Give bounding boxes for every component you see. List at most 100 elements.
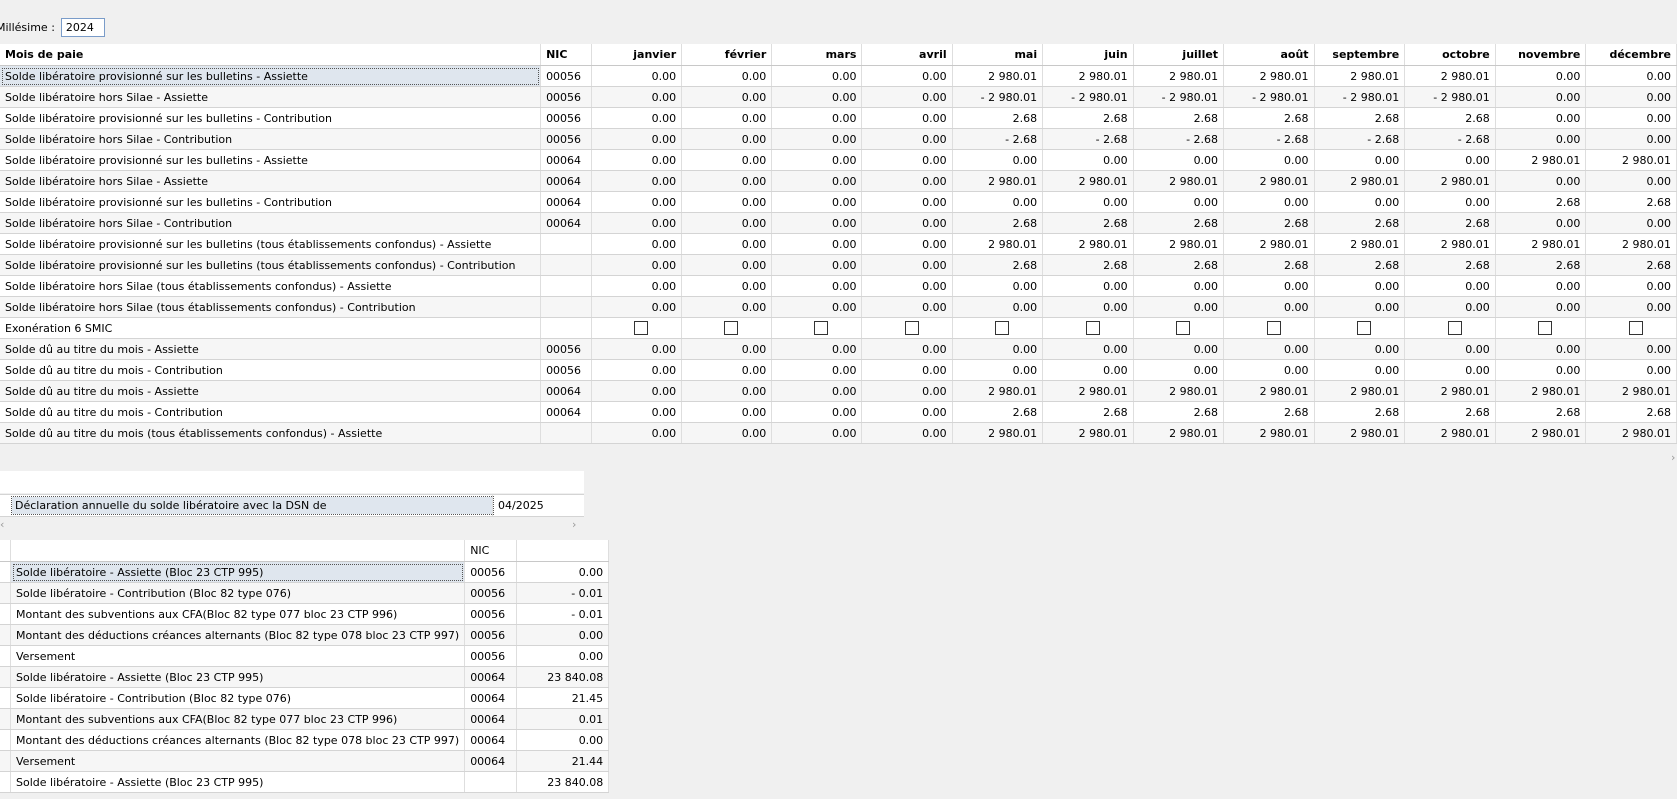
row-label[interactable]: Solde libératoire hors Silae - Contribut… xyxy=(0,128,542,150)
exoneration-checkbox[interactable] xyxy=(1266,321,1281,335)
month-value-cell[interactable]: 0.00 xyxy=(1223,191,1315,213)
month-value-cell[interactable]: 0.00 xyxy=(681,422,773,444)
header-blank[interactable] xyxy=(516,540,610,562)
month-value-cell[interactable]: 0.00 xyxy=(952,296,1044,318)
month-value-cell[interactable]: 2 980.01 xyxy=(952,380,1044,402)
exoneration-checkbox[interactable] xyxy=(814,321,829,335)
table-row[interactable]: Versement 00056 0.00 xyxy=(0,645,610,667)
month-value-cell[interactable]: 2 980.01 xyxy=(1404,233,1496,255)
month-value-cell[interactable]: 0.00 xyxy=(1585,107,1677,129)
month-value-cell[interactable]: 0.00 xyxy=(1314,275,1406,297)
summary-value[interactable]: 21.44 xyxy=(516,750,610,772)
month-value-cell[interactable]: - 2.68 xyxy=(1314,128,1406,150)
summary-label[interactable]: Versement xyxy=(10,750,466,772)
month-value-cell[interactable]: 2.68 xyxy=(1404,401,1496,423)
month-value-cell[interactable]: 0.00 xyxy=(681,170,773,192)
exoneration-checkbox[interactable] xyxy=(1538,321,1553,335)
row-nic[interactable] xyxy=(540,275,592,297)
header-mois-de-paie[interactable]: Mois de paie xyxy=(0,44,542,66)
row-nic[interactable]: 00064 xyxy=(540,401,592,423)
scroll-right-icon[interactable]: › xyxy=(572,518,576,531)
header-month[interactable]: juin xyxy=(1042,44,1134,66)
month-value-cell[interactable]: 0.00 xyxy=(861,296,953,318)
month-value-cell[interactable]: 0.00 xyxy=(591,86,683,108)
month-value-cell[interactable]: 2 980.01 xyxy=(1495,380,1587,402)
month-value-cell[interactable]: 0.00 xyxy=(1042,275,1134,297)
table-row[interactable]: Montant des subventions aux CFA(Bloc 82 … xyxy=(0,708,610,730)
month-value-cell[interactable]: 0.00 xyxy=(861,401,953,423)
month-value-cell[interactable]: 2 980.01 xyxy=(1585,149,1677,171)
month-value-cell[interactable]: 2.68 xyxy=(1042,212,1134,234)
summary-value[interactable]: 23 840.08 xyxy=(516,771,610,793)
summary-nic[interactable]: 00056 xyxy=(464,561,518,583)
row-label[interactable]: Solde dû au titre du mois - Contribution xyxy=(0,359,542,381)
month-value-cell[interactable]: 0.00 xyxy=(952,275,1044,297)
month-value-cell[interactable]: 2 980.01 xyxy=(1133,170,1225,192)
month-value-cell[interactable]: 0.00 xyxy=(591,149,683,171)
month-value-cell[interactable]: 0.00 xyxy=(1495,170,1587,192)
month-value-cell[interactable]: 0.00 xyxy=(1223,338,1315,360)
row-label[interactable]: Solde dû au titre du mois (tous établiss… xyxy=(0,422,542,444)
table-row[interactable]: Solde dû au titre du mois (tous établiss… xyxy=(0,422,1677,444)
table-row[interactable]: Solde libératoire provisionné sur les bu… xyxy=(0,233,1677,255)
header-blank[interactable] xyxy=(10,540,466,562)
table-row[interactable]: Versement 00064 21.44 xyxy=(0,750,610,772)
month-value-cell[interactable]: 2.68 xyxy=(1042,254,1134,276)
month-value-cell[interactable]: 2 980.01 xyxy=(1314,380,1406,402)
row-label[interactable]: Solde libératoire provisionné sur les bu… xyxy=(0,149,542,171)
month-value-cell[interactable]: 0.00 xyxy=(591,65,683,87)
row-label[interactable]: Solde dû au titre du mois - Assiette xyxy=(0,338,542,360)
table-row[interactable]: Solde libératoire hors Silae - Assiette 0… xyxy=(0,86,1677,108)
month-value-cell[interactable]: 0.00 xyxy=(861,380,953,402)
month-value-cell[interactable]: - 2.68 xyxy=(1223,128,1315,150)
summary-label[interactable]: Versement xyxy=(10,645,466,667)
month-value-cell[interactable]: 0.00 xyxy=(681,212,773,234)
month-value-cell[interactable]: 0.00 xyxy=(1585,86,1677,108)
month-value-cell[interactable]: 0.00 xyxy=(952,191,1044,213)
month-value-cell[interactable]: 0.00 xyxy=(1495,359,1587,381)
row-label[interactable]: Solde libératoire hors Silae - Contribut… xyxy=(0,212,542,234)
month-value-cell[interactable]: 0.00 xyxy=(861,149,953,171)
month-value-cell[interactable]: 2 980.01 xyxy=(1042,65,1134,87)
month-value-cell[interactable]: - 2 980.01 xyxy=(1314,86,1406,108)
month-value-cell[interactable]: 0.00 xyxy=(861,128,953,150)
month-value-cell[interactable]: 2 980.01 xyxy=(1314,65,1406,87)
row-nic[interactable]: 00064 xyxy=(540,191,592,213)
month-value-cell[interactable]: 0.00 xyxy=(771,338,863,360)
month-value-cell[interactable]: 0.00 xyxy=(591,128,683,150)
month-value-cell[interactable]: 2.68 xyxy=(1314,212,1406,234)
month-value-cell[interactable]: 2 980.01 xyxy=(952,233,1044,255)
exoneration-checkbox[interactable] xyxy=(634,321,649,335)
exoneration-checkbox[interactable] xyxy=(1447,321,1462,335)
month-value-cell[interactable]: 0.00 xyxy=(591,191,683,213)
table-row[interactable]: Solde libératoire - Contribution (Bloc 8… xyxy=(0,582,610,604)
summary-value[interactable]: 0.01 xyxy=(516,708,610,730)
summary-label[interactable]: Solde libératoire - Contribution (Bloc 8… xyxy=(10,687,466,709)
header-month[interactable]: mars xyxy=(771,44,863,66)
month-value-cell[interactable]: 2.68 xyxy=(1404,107,1496,129)
month-value-cell[interactable]: 0.00 xyxy=(771,128,863,150)
scroll-left-icon[interactable]: ‹ xyxy=(0,518,4,531)
month-value-cell[interactable]: 2.68 xyxy=(952,107,1044,129)
month-value-cell[interactable]: 2.68 xyxy=(952,212,1044,234)
month-value-cell[interactable]: 0.00 xyxy=(681,380,773,402)
month-value-cell[interactable]: 2 980.01 xyxy=(1223,233,1315,255)
table-row[interactable]: Solde libératoire - Contribution (Bloc 8… xyxy=(0,687,610,709)
summary-nic[interactable]: 00064 xyxy=(464,687,518,709)
month-value-cell[interactable]: 0.00 xyxy=(1042,149,1134,171)
month-value-cell[interactable]: 2.68 xyxy=(1314,401,1406,423)
scroll-right-icon[interactable]: › xyxy=(1671,451,1675,464)
month-value-cell[interactable]: 0.00 xyxy=(681,275,773,297)
row-label[interactable]: Solde dû au titre du mois - Contribution xyxy=(0,401,542,423)
table-row[interactable]: Solde libératoire hors Silae - Contribut… xyxy=(0,212,1677,234)
summary-label[interactable]: Montant des subventions aux CFA(Bloc 82 … xyxy=(10,708,466,730)
row-nic[interactable] xyxy=(540,317,592,339)
month-value-cell[interactable]: 0.00 xyxy=(681,338,773,360)
month-value-cell[interactable]: 0.00 xyxy=(1404,359,1496,381)
month-value-cell[interactable]: 2.68 xyxy=(1223,107,1315,129)
month-value-cell[interactable]: 2.68 xyxy=(1223,254,1315,276)
month-value-cell[interactable]: 0.00 xyxy=(952,149,1044,171)
exoneration-checkbox[interactable] xyxy=(1629,321,1643,335)
month-value-cell[interactable]: 2 980.01 xyxy=(1585,233,1677,255)
summary-nic[interactable]: 00064 xyxy=(464,750,518,772)
